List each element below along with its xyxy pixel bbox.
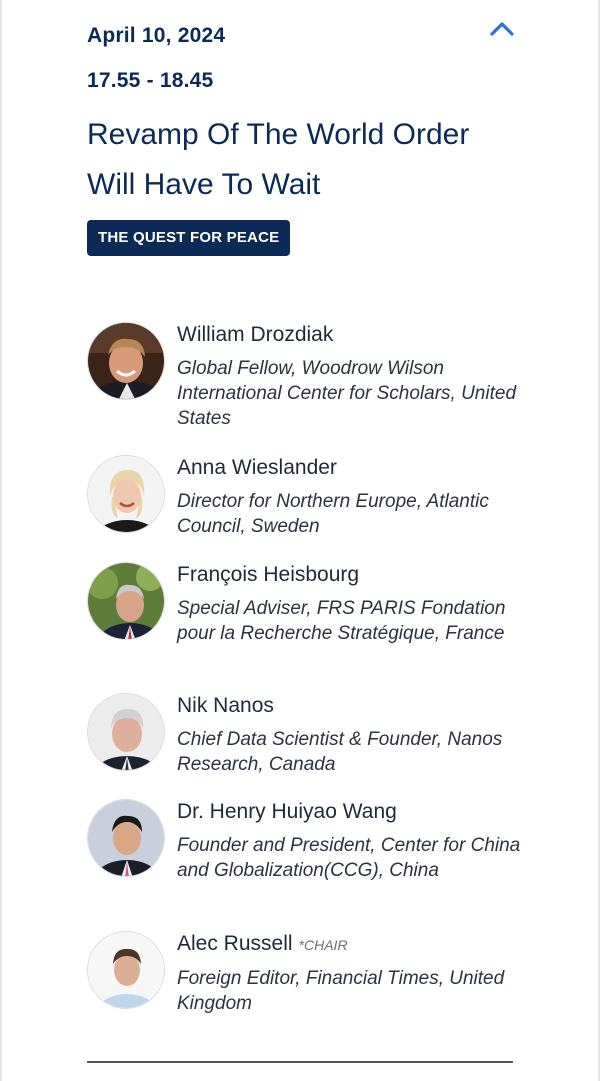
speaker-role: Chief Data Scientist & Founder, Nanos Re…: [177, 729, 503, 775]
section-divider: [87, 1061, 513, 1063]
left-frame-border: [0, 0, 2, 1081]
speaker-role: Founder and President, Center for China …: [177, 835, 521, 881]
collapse-button[interactable]: [488, 18, 516, 40]
speaker-avatar: [87, 562, 165, 640]
speaker-name: Alec Russell: [177, 932, 293, 955]
speaker-name: William Drozdiak: [177, 323, 334, 346]
speaker-role: Global Fellow, Woodrow Wilson Internatio…: [177, 358, 517, 429]
session-title: Revamp Of The World Order Will Have To W…: [87, 118, 470, 201]
speaker-avatar: [87, 693, 165, 771]
speaker-avatar: [87, 931, 165, 1009]
speaker-name: François Heisbourg: [177, 563, 360, 586]
speaker-role: Foreign Editor, Financial Times, United …: [177, 968, 505, 1014]
session-time: 17.55 - 18.45: [87, 69, 214, 92]
session-date: April 10, 2024: [87, 24, 226, 47]
speaker-name: Dr. Henry Huiyao Wang: [177, 800, 397, 823]
chair-label: *CHAIR: [298, 937, 348, 953]
chevron-up-icon: [490, 22, 514, 36]
speaker-name: Nik Nanos: [177, 694, 274, 717]
speaker-role: Special Adviser, FRS PARIS Fondation pou…: [177, 598, 506, 644]
speaker-role: Director for Northern Europe, Atlantic C…: [177, 491, 489, 537]
speaker-avatar: [87, 799, 165, 877]
track-tag[interactable]: THE QUEST FOR PEACE: [87, 220, 291, 256]
speaker-avatar: [87, 455, 165, 533]
speaker-name: Anna Wieslander: [177, 456, 337, 479]
speaker-avatar: [87, 322, 165, 400]
